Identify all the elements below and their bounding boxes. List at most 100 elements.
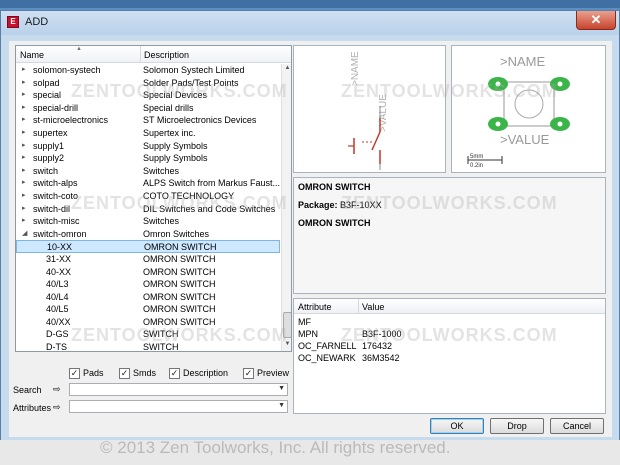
scale-mm-label: 5mm: [470, 154, 483, 160]
expand-arrow-icon[interactable]: ▸: [22, 165, 30, 178]
attributes-input[interactable]: ▼: [69, 400, 288, 413]
list-item[interactable]: ▸ switch-alps ALPS Switch from Markus Faus…: [16, 177, 280, 190]
item-name: 40-XX: [46, 266, 72, 277]
symbol-name-label: >NAME: [350, 51, 361, 86]
item-name: supertex: [33, 127, 68, 138]
check-icon[interactable]: ✓: [169, 368, 180, 379]
column-separator[interactable]: [140, 46, 141, 63]
package-line: Package: B3F-10XX: [298, 200, 382, 210]
column-header-description[interactable]: Description: [144, 50, 189, 60]
collapse-arrow-icon[interactable]: ◢: [22, 228, 30, 241]
ok-button[interactable]: OK: [430, 418, 484, 434]
check-icon[interactable]: ✓: [69, 368, 80, 379]
list-item[interactable]: D-GS SWITCH: [16, 328, 280, 341]
scroll-up-icon[interactable]: ▲: [283, 65, 291, 75]
list-item[interactable]: ▸ switch Switches: [16, 165, 280, 178]
list-item[interactable]: ▸ switch-coto COTO TECHNOLOGY: [16, 190, 280, 203]
pad-icon: [488, 77, 570, 131]
list-item[interactable]: ▸ switch-misc Switches: [16, 215, 280, 228]
list-scrollbar[interactable]: ▲ ▼: [281, 64, 291, 351]
item-name: D-TS: [46, 342, 67, 352]
expand-arrow-icon[interactable]: ▸: [22, 89, 30, 102]
button-outline: [514, 89, 544, 119]
list-item[interactable]: 10-XX OMRON SWITCH: [16, 240, 280, 253]
list-item[interactable]: ▸ switch-dil DIL Switches and Code Switche…: [16, 203, 280, 216]
device-description: OMRON SWITCH: [298, 218, 371, 228]
expand-arrow-icon[interactable]: ▸: [22, 177, 30, 190]
symbol-drawing: >NAME >VALUE: [348, 51, 389, 170]
item-name: solomon-systech: [33, 65, 101, 75]
switch-symbol-icon: [348, 106, 381, 170]
column-header-value[interactable]: Value: [362, 302, 384, 312]
drop-button[interactable]: Drop: [490, 418, 544, 434]
attribute-table[interactable]: Attribute Value MF MPN B3F-1000 OC_FARNE…: [293, 298, 606, 414]
expand-arrow-icon[interactable]: ▸: [22, 114, 30, 127]
search-input[interactable]: ▼: [69, 383, 288, 396]
expand-arrow-icon[interactable]: ▸: [22, 203, 30, 216]
library-list[interactable]: ▲ Name Description ▸ solomon-systech Solom…: [15, 45, 292, 352]
list-item[interactable]: ◢ switch-omron Omron Switches: [16, 228, 280, 241]
package-name-label: >NAME: [500, 54, 545, 69]
item-name: switch-misc: [33, 216, 80, 227]
expand-arrow-icon[interactable]: ▸: [22, 102, 30, 115]
close-button[interactable]: ✕: [576, 11, 616, 30]
list-item[interactable]: ▸ supply1 Supply Symbols: [16, 140, 280, 153]
smds-label: Smds: [133, 368, 157, 378]
attribute-row[interactable]: OC_FARNELL 176432: [298, 341, 392, 353]
dialog-body: ▲ Name Description ▸ solomon-systech Solom…: [9, 41, 612, 437]
list-item[interactable]: D-TS SWITCH: [16, 341, 280, 352]
attributes-tag-icon[interactable]: ⇨: [53, 402, 67, 412]
title-bar[interactable]: E ADD ✕: [1, 11, 619, 35]
item-description: Supply Symbols: [143, 153, 208, 164]
attribute-value: 176432: [362, 341, 393, 351]
list-item[interactable]: ▸ solomon-systech Solomon Systech Limited: [16, 64, 280, 77]
list-item[interactable]: ▸ solpad Solder Pads/Test Points: [16, 77, 280, 90]
cancel-button[interactable]: Cancel: [550, 418, 604, 434]
list-item[interactable]: 40/L5 OMRON SWITCH: [16, 303, 280, 316]
expand-arrow-icon[interactable]: ▸: [22, 215, 30, 228]
list-item[interactable]: 40/L3 OMRON SWITCH: [16, 278, 280, 291]
item-description: OMRON SWITCH: [143, 266, 216, 277]
scroll-down-icon[interactable]: ▼: [283, 341, 291, 351]
column-separator[interactable]: [358, 299, 359, 314]
expand-arrow-icon[interactable]: ▸: [22, 127, 30, 140]
attribute-name: OC_FARNELL: [298, 341, 357, 351]
list-item[interactable]: ▸ supertex Supertex inc.: [16, 127, 280, 140]
pads-label: Pads: [83, 368, 104, 378]
column-header-attribute[interactable]: Attribute: [298, 302, 332, 312]
expand-arrow-icon[interactable]: ▸: [22, 77, 30, 90]
chevron-down-icon[interactable]: ▼: [278, 385, 285, 392]
list-item[interactable]: ▸ special Special Devices: [16, 89, 280, 102]
check-icon[interactable]: ✓: [119, 368, 130, 379]
list-item[interactable]: ▸ special-drill Special drills: [16, 102, 280, 115]
expand-arrow-icon[interactable]: ▸: [22, 140, 30, 153]
search-tag-icon[interactable]: ⇨: [53, 384, 67, 394]
item-description: OMRON SWITCH: [143, 253, 216, 264]
list-item[interactable]: 40/L4 OMRON SWITCH: [16, 291, 280, 304]
list-item[interactable]: 40/XX OMRON SWITCH: [16, 316, 280, 329]
list-item[interactable]: ▸ st-microelectronics ST Microelectronics …: [16, 114, 280, 127]
item-description: Omron Switches: [143, 228, 210, 239]
attribute-table-header: Attribute Value: [294, 299, 605, 314]
attribute-row[interactable]: OC_NEWARK 36M3542: [298, 353, 400, 365]
expand-arrow-icon[interactable]: ▸: [22, 64, 30, 77]
item-name: solpad: [33, 77, 60, 88]
item-description: Solomon Systech Limited: [143, 65, 245, 75]
search-label: Search: [13, 385, 42, 395]
list-item[interactable]: 31-XX OMRON SWITCH: [16, 253, 280, 266]
list-item[interactable]: ▸ supply2 Supply Symbols: [16, 152, 280, 165]
column-header-name[interactable]: Name: [20, 50, 44, 60]
item-description: Supply Symbols: [143, 140, 208, 151]
check-icon[interactable]: ✓: [243, 368, 254, 379]
item-name: switch-omron: [33, 228, 87, 239]
chevron-down-icon[interactable]: ▼: [278, 402, 285, 409]
item-description: Solder Pads/Test Points: [143, 77, 239, 88]
expand-arrow-icon[interactable]: ▸: [22, 190, 30, 203]
list-item[interactable]: 40-XX OMRON SWITCH: [16, 266, 280, 279]
attribute-row[interactable]: MF: [298, 317, 311, 329]
scroll-thumb[interactable]: [283, 312, 291, 338]
item-name: st-microelectronics: [33, 115, 109, 126]
expand-arrow-icon[interactable]: ▸: [22, 152, 30, 165]
attribute-row[interactable]: MPN B3F-1000: [298, 329, 402, 341]
item-description: Switches: [143, 216, 180, 227]
